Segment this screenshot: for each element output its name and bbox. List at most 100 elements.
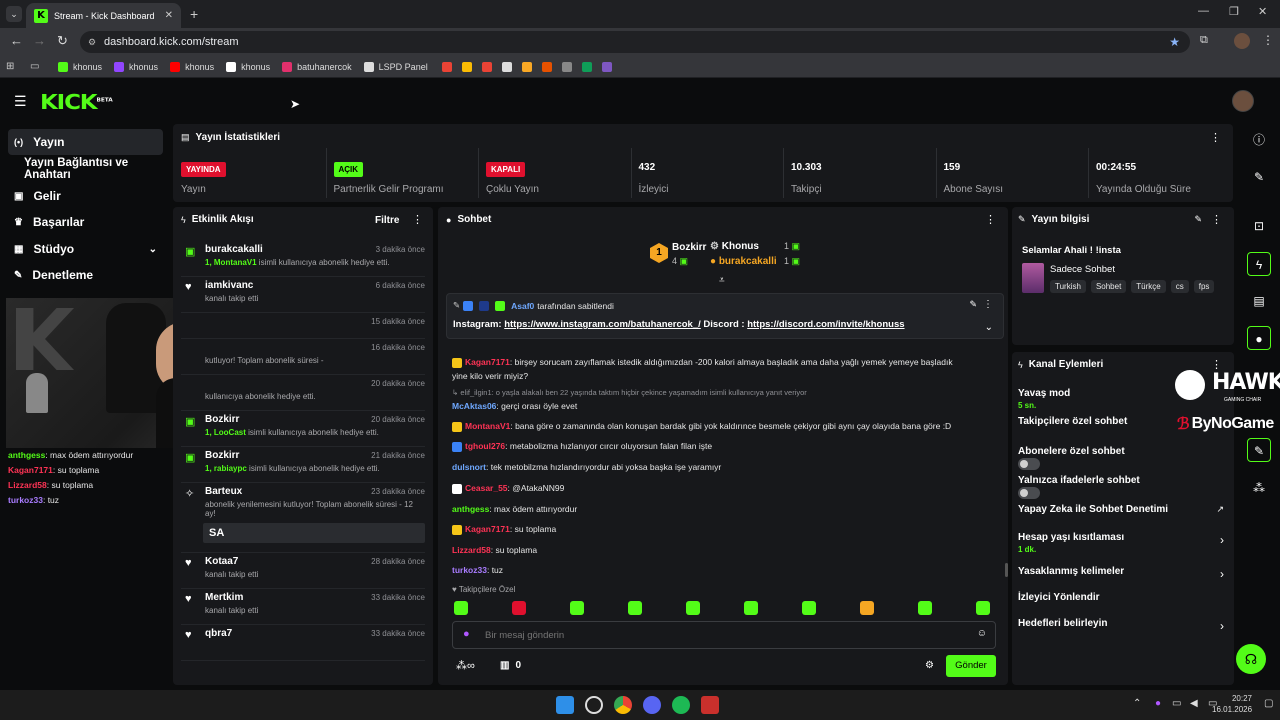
stream-tag[interactable]: Türkçe [1131, 280, 1166, 293]
app-icon[interactable] [701, 696, 719, 714]
users-icon[interactable]: ⁂ [1247, 476, 1271, 500]
unpin-icon[interactable]: ✎ [969, 299, 977, 310]
channel-action-item[interactable]: Hedefleri belirleyin › [1018, 618, 1228, 642]
search-icon[interactable] [585, 696, 603, 714]
tab-close-icon[interactable]: ✕ [165, 10, 173, 21]
emote-icon[interactable] [570, 601, 584, 615]
pinned-menu-icon[interactable]: ⋮ [983, 299, 993, 310]
window-close-icon[interactable]: ✕ [1258, 5, 1267, 18]
chat-panel-icon[interactable]: ● [1247, 326, 1271, 350]
sidebar-item-gelir[interactable]: ▣ Gelir [8, 183, 163, 209]
gmail-icon[interactable] [481, 61, 492, 72]
bookmark-icon[interactable] [561, 61, 572, 72]
bolt-panel-icon[interactable]: ϟ [1247, 252, 1271, 276]
stream-tag[interactable]: cs [1170, 280, 1189, 293]
tray-chevron-icon[interactable]: ⌃ [1133, 698, 1141, 709]
activity-username[interactable]: burakcakalli [205, 244, 263, 255]
category-name[interactable]: Sadece Sohbet [1050, 264, 1115, 275]
chat-username[interactable]: tghoul276 [465, 441, 505, 451]
chat-username[interactable]: anthgess [452, 504, 489, 514]
info-menu-icon[interactable]: ⋮ [1211, 213, 1222, 226]
minimize-icon[interactable]: — [1198, 5, 1209, 17]
reply-context[interactable]: ↳ elif_ilgin1: o yaşla alakalı ben 22 ya… [452, 388, 807, 397]
collapse-leaderboard-icon[interactable]: ⩡ [719, 275, 725, 286]
points-infinity-icon[interactable]: ⁂∞ [456, 659, 475, 672]
bookmark-star-icon[interactable]: ★ [1169, 31, 1180, 53]
restore-icon[interactable]: ❐ [1229, 5, 1239, 18]
discord-icon[interactable] [643, 696, 661, 714]
forms-icon[interactable] [601, 61, 612, 72]
sidebar-item-yayin[interactable]: (•) Yayın [8, 129, 163, 155]
channel-action-item[interactable]: Hesap yaşı kısıtlaması 1 dk. › [1018, 532, 1228, 556]
gmail-icon[interactable] [441, 61, 452, 72]
sidebar-item-studyo[interactable]: ▦ Stüdyo ⌄ [8, 236, 163, 262]
layout-icon[interactable]: ⊡ [1247, 214, 1271, 238]
forward-icon[interactable]: → [33, 33, 46, 48]
microphone-icon[interactable]: ● [463, 628, 470, 640]
chat-username[interactable]: Lizzard58 [452, 545, 491, 555]
activity-username[interactable]: Mertkim [205, 592, 243, 603]
activity-username[interactable]: Barteux [205, 486, 242, 497]
discord-link[interactable]: https://discord.com/invite/khonuss [747, 319, 904, 330]
chat-username[interactable]: turkoz33 [452, 565, 487, 575]
apps-grid-icon[interactable]: ⊞ [6, 61, 28, 72]
activity-username[interactable]: iamkivanc [205, 280, 253, 291]
edit-icon[interactable]: ✎ [1247, 165, 1271, 189]
emote-icon[interactable] [512, 601, 526, 615]
mic-tray-icon[interactable]: ● [1155, 698, 1161, 709]
activity-username[interactable]: qbra7 [205, 628, 232, 639]
edit-info-icon[interactable]: ✎ [1194, 214, 1202, 225]
instagram-link[interactable]: https://www.instagram.com/batuhanercok_/ [504, 319, 701, 330]
sheets-icon[interactable] [581, 61, 592, 72]
channel-points[interactable]: ▥ 0 [500, 660, 521, 671]
leader-2[interactable]: ⚙ Khonus [710, 241, 759, 252]
stats-menu-icon[interactable]: ⋮ [1210, 131, 1221, 144]
profile-avatar[interactable] [1234, 33, 1250, 49]
send-button[interactable]: Gönder [946, 655, 996, 677]
emote-icon[interactable] [744, 601, 758, 615]
toggle-switch[interactable] [1018, 458, 1040, 470]
chat-username[interactable]: Kagan7171 [465, 357, 510, 367]
emote-icon[interactable] [802, 601, 816, 615]
moderation-icon[interactable]: ✎ [1247, 438, 1271, 462]
back-icon[interactable]: ← [10, 33, 23, 48]
bookmark-item[interactable]: khonus [220, 56, 276, 78]
volume-icon[interactable]: ◀ [1190, 698, 1198, 709]
sidebar-item-stream-key[interactable]: Yayın Bağlantısı ve Anahtarı [8, 156, 163, 182]
chat-menu-icon[interactable]: ⋮ [985, 213, 996, 226]
activity-username[interactable]: Bozkirr [205, 414, 239, 425]
info-icon[interactable]: ⓘ [1247, 128, 1271, 152]
document-icon[interactable]: ▤ [1247, 289, 1271, 313]
bookmark-item[interactable]: khonus [164, 56, 220, 78]
emote-icon[interactable] [918, 601, 932, 615]
chat-settings-icon[interactable]: ⚙ [925, 660, 934, 671]
reload-icon[interactable]: ↻ [57, 33, 68, 49]
chat-username[interactable]: dulsnort [452, 462, 486, 472]
pinned-by-user[interactable]: Asaf0 [511, 301, 534, 311]
hamburger-menu-icon[interactable]: ☰ [14, 93, 27, 110]
channel-action-item[interactable]: İzleyici Yönlendir [1018, 592, 1228, 616]
bookmark-icon[interactable] [521, 61, 532, 72]
new-tab-button[interactable]: + [190, 6, 198, 22]
extensions-icon[interactable]: ⧉ [1200, 34, 1208, 47]
emote-icon[interactable] [860, 601, 874, 615]
bookmark-item[interactable]: batuhanercok [276, 56, 358, 78]
docs-icon[interactable] [501, 61, 512, 72]
activity-username[interactable]: Kotaa7 [205, 556, 238, 567]
stream-tag[interactable]: Turkish [1050, 280, 1086, 293]
emote-icon[interactable] [976, 601, 990, 615]
windows-start-icon[interactable] [556, 696, 574, 714]
support-headset-icon[interactable]: ☊ [1236, 644, 1266, 674]
display-tray-icon[interactable]: ▭ [1172, 698, 1181, 709]
bookmark-item[interactable]: khonus [52, 56, 108, 78]
sidebar-item-basarilar[interactable]: ♛ Başarılar [8, 209, 163, 235]
sidebar-item-denetleme[interactable]: ✎ Denetleme [8, 262, 163, 288]
chrome-icon[interactable] [614, 696, 632, 714]
emoji-picker-icon[interactable]: ☺ [977, 628, 987, 639]
bookmark-item[interactable]: khonus [108, 56, 164, 78]
stream-tag[interactable]: Sohbet [1090, 280, 1127, 293]
filter-button[interactable]: Filtre [375, 215, 399, 226]
tab-search-icon[interactable]: ⌄ [6, 6, 22, 22]
chat-message-input[interactable] [485, 626, 965, 644]
chat-username[interactable]: MontanaV1 [465, 421, 510, 431]
